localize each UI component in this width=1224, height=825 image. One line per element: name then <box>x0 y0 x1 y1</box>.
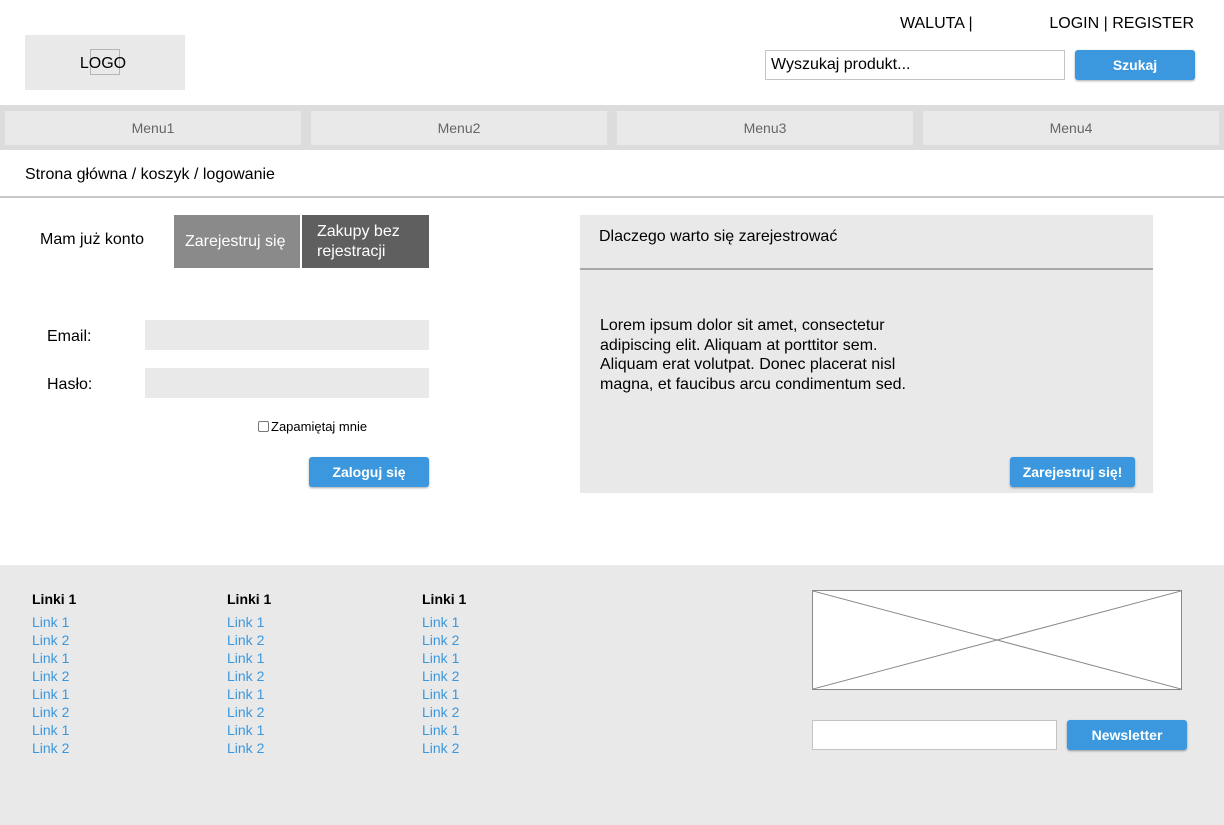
footer-link[interactable]: Link 2 <box>32 703 76 721</box>
why-register-text: Lorem ipsum dolor sit amet, consectetur … <box>600 317 906 393</box>
tab-guest-checkout[interactable]: Zakupy bez rejestracji <box>302 215 429 268</box>
footer-link[interactable]: Link 1 <box>32 649 76 667</box>
remember-me-label: Zapamiętaj mnie <box>271 418 368 434</box>
footer-link[interactable]: Link 2 <box>422 667 466 685</box>
register-button[interactable]: Zarejestruj się! <box>1010 457 1135 487</box>
footer: Linki 1 Link 1 Link 2 Link 1 Link 2 Link… <box>0 565 1224 825</box>
footer-column-heading: Linki 1 <box>32 591 77 607</box>
why-register-panel: Dlaczego warto się zarejestrować Lorem i… <box>580 215 1153 493</box>
footer-link[interactable]: Link 2 <box>227 703 271 721</box>
footer-link[interactable]: Link 1 <box>227 613 271 631</box>
breadcrumb-divider <box>0 196 1224 198</box>
footer-link[interactable]: Link 2 <box>422 703 466 721</box>
why-register-divider <box>580 268 1153 270</box>
email-field[interactable] <box>145 320 429 350</box>
footer-link[interactable]: Link 1 <box>32 721 76 739</box>
footer-column-2: Linki 1 Link 1 Link 2 Link 1 Link 2 Link… <box>227 591 271 757</box>
logo[interactable]: LOGO <box>25 35 185 90</box>
search-input[interactable] <box>765 50 1065 80</box>
footer-link[interactable]: Link 1 <box>422 685 466 703</box>
menu-item-3[interactable]: Menu3 <box>617 111 913 145</box>
footer-link[interactable]: Link 2 <box>422 739 466 757</box>
footer-link[interactable]: Link 2 <box>227 631 271 649</box>
footer-link[interactable]: Link 1 <box>227 649 271 667</box>
newsletter-button[interactable]: Newsletter <box>1067 720 1187 750</box>
menu-item-4[interactable]: Menu4 <box>923 111 1219 145</box>
menu-item-2[interactable]: Menu2 <box>311 111 607 145</box>
footer-link[interactable]: Link 1 <box>422 649 466 667</box>
footer-link[interactable]: Link 1 <box>227 685 271 703</box>
footer-link[interactable]: Link 2 <box>32 631 76 649</box>
footer-link[interactable]: Link 1 <box>422 721 466 739</box>
why-register-title: Dlaczego warto się zarejestrować <box>599 228 838 245</box>
footer-column-heading: Linki 1 <box>422 591 467 607</box>
footer-column-heading: Linki 1 <box>227 591 272 607</box>
remember-me[interactable]: Zapamiętaj mnie <box>258 418 367 434</box>
menu-item-1[interactable]: Menu1 <box>5 111 301 145</box>
footer-link[interactable]: Link 2 <box>32 739 76 757</box>
footer-link[interactable]: Link 2 <box>227 667 271 685</box>
login-button[interactable]: Zaloguj się <box>309 457 429 487</box>
footer-link[interactable]: Link 1 <box>32 685 76 703</box>
footer-column-1: Linki 1 Link 1 Link 2 Link 1 Link 2 Link… <box>32 591 76 757</box>
search-button[interactable]: Szukaj <box>1075 50 1195 80</box>
remember-me-checkbox[interactable] <box>258 420 269 432</box>
main-menu: Menu1 Menu2 Menu3 Menu4 <box>0 105 1224 150</box>
footer-link[interactable]: Link 2 <box>32 667 76 685</box>
footer-link[interactable]: Link 2 <box>227 739 271 757</box>
password-field[interactable] <box>145 368 429 398</box>
footer-link[interactable]: Link 1 <box>227 721 271 739</box>
currency-selector[interactable]: WALUTA | <box>900 15 973 33</box>
breadcrumb[interactable]: Strona główna / koszyk / logowanie <box>25 166 275 184</box>
footer-link[interactable]: Link 2 <box>422 631 466 649</box>
password-label: Hasło: <box>47 376 93 393</box>
login-register-link[interactable]: LOGIN | REGISTER <box>1049 15 1194 33</box>
tab-have-account[interactable]: Mam już konto <box>40 231 144 249</box>
footer-link[interactable]: Link 1 <box>422 613 466 631</box>
footer-column-3: Linki 1 Link 1 Link 2 Link 1 Link 2 Link… <box>422 591 466 757</box>
image-placeholder-icon <box>812 590 1182 690</box>
footer-link[interactable]: Link 1 <box>32 613 76 631</box>
email-label: Email: <box>47 328 92 345</box>
newsletter-email-input[interactable] <box>812 720 1057 750</box>
logo-text: LOGO <box>79 55 127 72</box>
tab-register[interactable]: Zarejestruj się <box>174 215 300 268</box>
